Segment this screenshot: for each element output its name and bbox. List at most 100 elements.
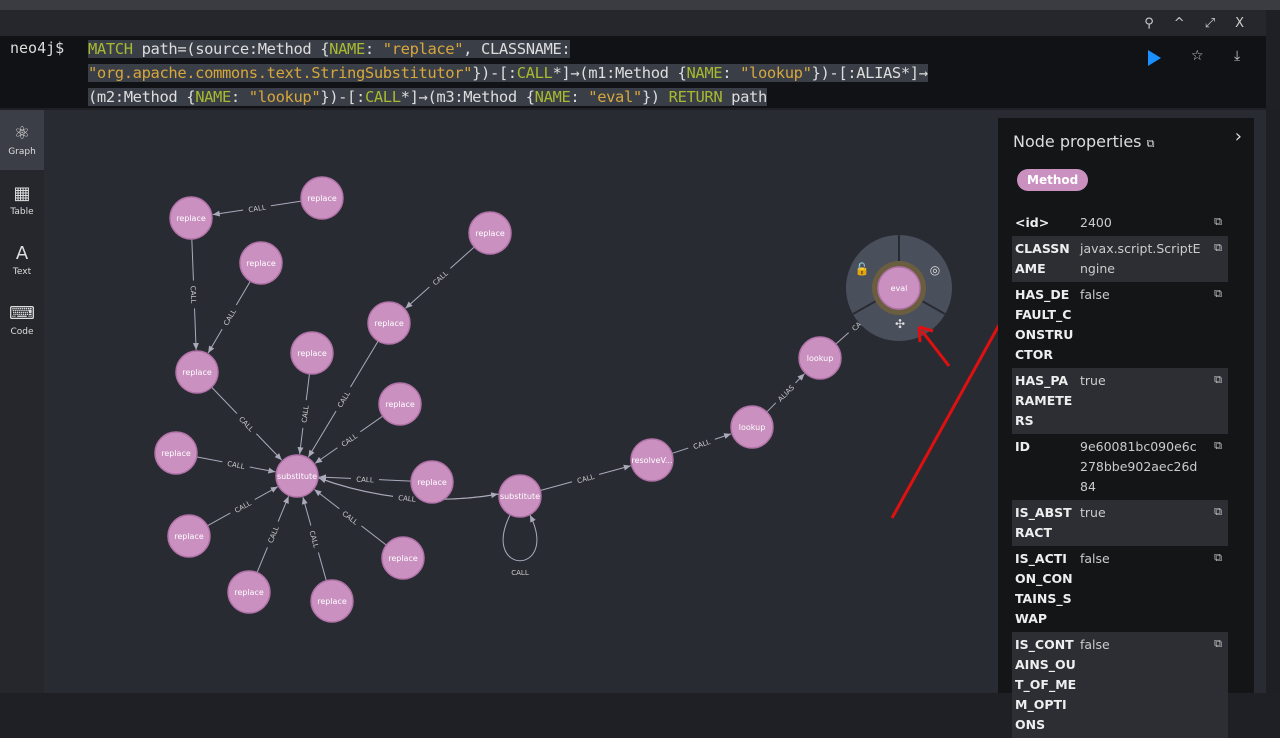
sidebar-item-table[interactable]: ▦ Table	[0, 170, 44, 230]
relationship-call[interactable]: CALL	[256, 496, 290, 573]
relationship-call[interactable]: CALL	[196, 456, 276, 474]
label-badge[interactable]: Method	[1017, 169, 1089, 191]
relationship-call[interactable]: CALL	[188, 238, 200, 351]
property-row: IS_ABSTRACT true ⧉	[1012, 500, 1228, 546]
graph-node[interactable]: lookup	[730, 405, 774, 449]
query-input[interactable]: MATCH path=(source:Method {NAME: "replac…	[88, 37, 1168, 109]
collapse-panel-button[interactable]: ›	[1235, 126, 1242, 147]
node-caption: substitute	[277, 472, 317, 481]
node-caption: replace	[388, 554, 418, 563]
property-value: false	[1080, 551, 1110, 566]
sidebar-item-graph[interactable]: ⚛ Graph	[0, 110, 44, 170]
relationship-call[interactable]: CALL	[314, 415, 384, 464]
property-value: false	[1080, 637, 1110, 652]
hide-icon[interactable]: ◎	[930, 263, 940, 277]
relationship-call[interactable]: CALL	[314, 489, 387, 546]
graph-node[interactable]: substitute	[275, 454, 319, 498]
query-token: })-[:ALIAS*]→	[811, 64, 929, 82]
node-caption: replace	[246, 259, 276, 268]
close-icon[interactable]: X	[1235, 16, 1244, 31]
fullscreen-icon[interactable]: ⤢	[1205, 16, 1215, 31]
unlock-icon[interactable]: 🔓	[855, 262, 870, 276]
relationship-call[interactable]: CALL	[207, 486, 279, 527]
relationship-call[interactable]: CALL	[207, 280, 251, 354]
relationship-call[interactable]: CALL	[212, 200, 302, 217]
expand-icon[interactable]: ✣	[895, 317, 905, 331]
sidebar-item-text[interactable]: A Text	[0, 230, 44, 290]
relationship-call[interactable]: CALL	[211, 386, 283, 461]
download-icon[interactable]: ⤓	[1234, 48, 1240, 64]
graph-node[interactable]: replace	[410, 460, 454, 504]
property-row: ID 9e60081bc090e6c278bbe902aec26d84 ⧉	[1012, 434, 1228, 500]
node-caption: replace	[297, 349, 327, 358]
graph-node[interactable]: substitute	[498, 474, 542, 518]
query-token: })	[641, 88, 669, 106]
copy-icon[interactable]: ⧉	[1147, 137, 1155, 150]
graph-node[interactable]: replace	[378, 382, 422, 426]
copy-icon[interactable]: ⧉	[1214, 284, 1222, 304]
node-caption: replace	[182, 368, 212, 377]
pin-icon[interactable]: ⚲	[1144, 16, 1154, 31]
relationship-call[interactable]: CALL	[405, 246, 475, 309]
node-properties-panel: Node properties ⧉ › Method <id> 2400 ⧉ CLAS…	[998, 118, 1254, 738]
relationship-label: CALL	[233, 499, 252, 515]
graph-node[interactable]: replace	[300, 176, 344, 220]
property-row: HAS_PARAMETERS true ⧉	[1012, 368, 1228, 434]
graph-node[interactable]: eval	[877, 266, 921, 310]
graph-node[interactable]: replace	[167, 514, 211, 558]
sidebar-item-code[interactable]: ⌨ Code	[0, 290, 44, 350]
view-sidebar: ⚛ Graph ▦ Table A Text ⌨ Code	[0, 110, 44, 693]
property-value: javax.script.ScriptEngine	[1080, 241, 1201, 276]
query-editor[interactable]: neo4j$ MATCH path=(source:Method {NAME: …	[0, 36, 1266, 108]
run-button[interactable]	[1148, 50, 1161, 66]
query-token: })-[:	[320, 88, 365, 106]
side-panel-edge	[1266, 110, 1280, 693]
graph-node[interactable]: resolveV...	[630, 438, 674, 482]
graph-node[interactable]: replace	[175, 350, 219, 394]
relationship-call[interactable]: CALL	[671, 433, 732, 454]
relationship-call[interactable]: CALL	[301, 497, 327, 581]
copy-icon[interactable]: ⧉	[1214, 370, 1222, 390]
relationship-call[interactable]: CALL	[317, 477, 499, 505]
query-token: , CLASSNAME:	[463, 40, 571, 58]
sidebar-item-label: Graph	[8, 147, 36, 157]
node-caption: resolveV...	[631, 456, 672, 465]
graph-node[interactable]: replace	[381, 536, 425, 580]
favorite-icon[interactable]: ☆	[1191, 48, 1204, 64]
graph-node[interactable]: replace	[239, 241, 283, 285]
relationship-call[interactable]: CALL	[502, 514, 538, 577]
graph-node[interactable]: replace	[227, 570, 271, 614]
graph-node[interactable]: replace	[169, 196, 213, 240]
graph-node[interactable]: replace	[468, 211, 512, 255]
copy-icon[interactable]: ⧉	[1214, 212, 1222, 232]
query-token: RETURN	[668, 88, 723, 106]
query-line: MATCH path=(source:Method {NAME: "replac…	[88, 40, 571, 58]
relationship-label: CALL	[692, 438, 711, 451]
node-caption: lookup	[739, 423, 766, 432]
node-caption: replace	[317, 597, 347, 606]
graph-node[interactable]: lookup	[798, 336, 842, 380]
copy-icon[interactable]: ⧉	[1214, 634, 1222, 654]
property-key: <id>	[1015, 215, 1050, 230]
graph-node[interactable]: replace	[310, 579, 354, 623]
graph-node[interactable]: replace	[290, 331, 334, 375]
copy-icon[interactable]: ⧉	[1214, 238, 1222, 258]
copy-icon[interactable]: ⧉	[1214, 436, 1222, 456]
relationship-alias[interactable]: ALIAS	[766, 373, 805, 413]
relationship-label: CALL	[222, 308, 238, 327]
query-token: "org.apache.commons.text.StringSubstitut…	[88, 64, 473, 82]
query-token: :	[230, 88, 249, 106]
node-caption: replace	[417, 478, 447, 487]
property-value: 9e60081bc090e6c278bbe902aec26d84	[1080, 439, 1198, 494]
query-token: :	[722, 64, 741, 82]
query-token: path=(source:Method {	[132, 40, 330, 58]
graph-node[interactable]: replace	[367, 301, 411, 345]
copy-icon[interactable]: ⧉	[1214, 502, 1222, 522]
copy-icon[interactable]: ⧉	[1214, 548, 1222, 568]
query-token: *]→(m1:Method {	[552, 64, 687, 82]
relationship-call[interactable]: CALL	[540, 464, 631, 491]
graph-node[interactable]: replace	[154, 431, 198, 475]
relationship-call[interactable]: CALL	[297, 373, 312, 455]
collapse-icon[interactable]: ^	[1174, 16, 1185, 31]
property-key: ID	[1015, 439, 1031, 454]
